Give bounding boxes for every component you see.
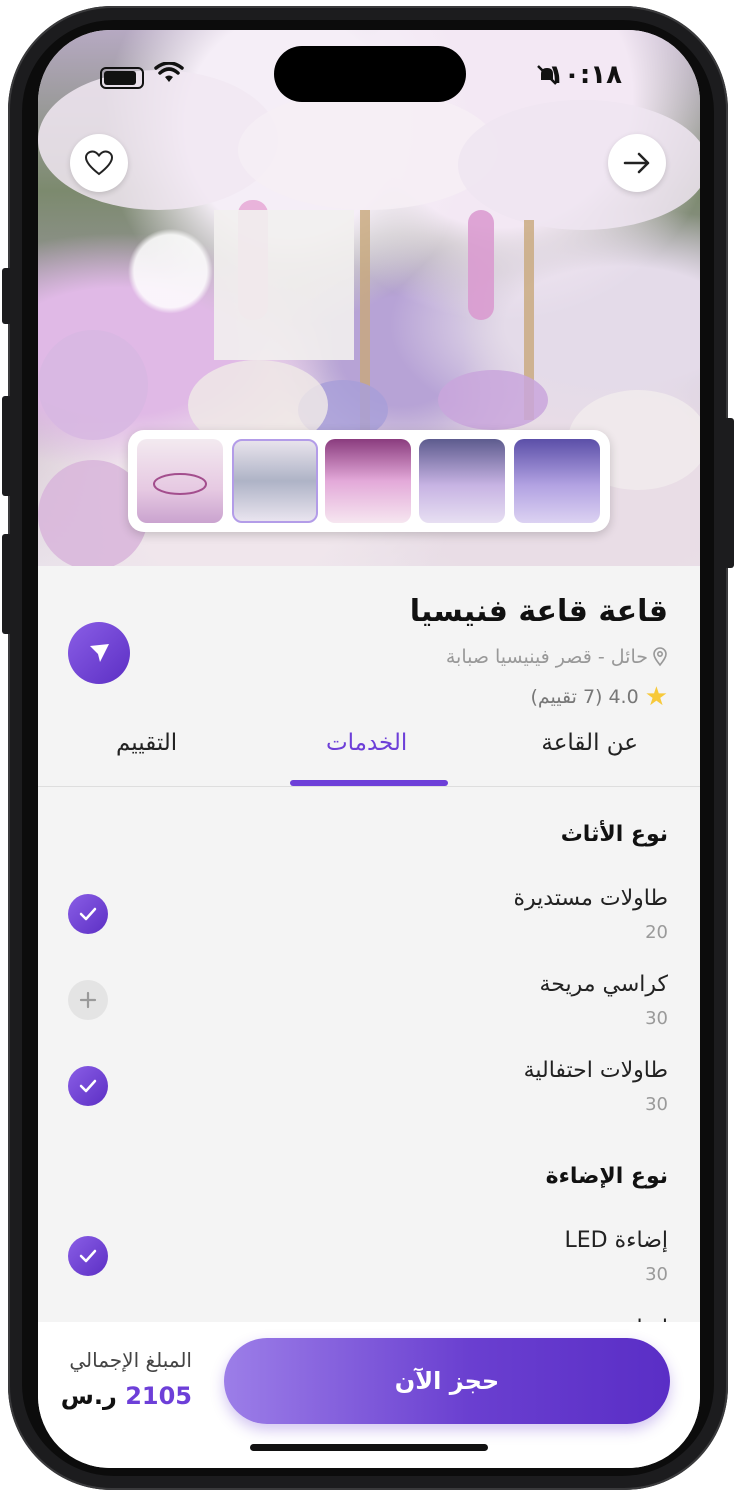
total-amount-value: 2105: [125, 1382, 192, 1410]
book-now-button[interactable]: حجز الآن: [224, 1338, 670, 1424]
gallery-thumbnail[interactable]: [137, 439, 223, 523]
booking-footer: حجز الآن المبلغ الإجمالي 2105 ر.س: [38, 1322, 700, 1468]
hall-title: قاعة قاعة فنيسيا: [409, 594, 668, 629]
service-item-qty: 30: [645, 1264, 668, 1285]
location-pin-icon: [653, 647, 667, 667]
service-item-name: إضاءة LED: [564, 1228, 668, 1253]
navigation-icon: [90, 644, 109, 662]
tab-services[interactable]: الخدمات: [326, 730, 407, 756]
gallery-thumbnail[interactable]: [232, 439, 318, 523]
plus-icon: [79, 991, 97, 1009]
tab-reviews[interactable]: التقييم: [116, 730, 177, 756]
side-button: [2, 396, 12, 496]
service-item-name: طاولات مستديرة: [513, 886, 668, 911]
tab-about[interactable]: عن القاعة: [541, 730, 638, 756]
rating-count: (7 تقييم): [530, 686, 603, 708]
status-time: ١٠:١٨: [548, 60, 622, 90]
service-item-qty: 30: [645, 1008, 668, 1029]
gallery-thumbnail[interactable]: [514, 439, 600, 523]
active-tab-indicator: [290, 780, 448, 786]
service-item-name: كراسي مريحة: [539, 972, 668, 997]
service-add-button[interactable]: [68, 980, 108, 1020]
side-button: [2, 534, 12, 634]
rating-value: 4.0: [608, 686, 639, 708]
decor: [214, 210, 354, 360]
side-button: [2, 268, 12, 324]
arrow-right-icon: [623, 152, 650, 174]
gallery-thumbnails: [128, 430, 610, 532]
decor: [438, 370, 548, 430]
service-item-qty: 30: [645, 1094, 668, 1115]
service-item-qty: 20: [645, 922, 668, 943]
check-icon: [79, 907, 97, 921]
power-button: [724, 418, 734, 568]
currency-label: ر.س: [60, 1382, 117, 1410]
hall-location-text: حائل - قصر فينيسيا صبابة: [445, 646, 648, 668]
wifi-icon: [154, 62, 184, 82]
decor: [38, 330, 148, 440]
decor: [468, 210, 494, 320]
section-title-furniture: نوع الأثاث: [560, 822, 668, 847]
check-icon: [79, 1249, 97, 1263]
tab-bar: عن القاعة الخدمات التقييم: [38, 730, 700, 787]
service-checkbox-checked[interactable]: [68, 1066, 108, 1106]
hall-rating: ★ 4.0 (7 تقييم): [530, 684, 668, 710]
dynamic-island: [274, 46, 466, 102]
section-title-lighting: نوع الإضاءة: [545, 1164, 668, 1189]
decor: [238, 90, 498, 210]
gallery-thumbnail[interactable]: [325, 439, 411, 523]
total-amount: 2105 ر.س: [61, 1382, 192, 1410]
back-button[interactable]: [608, 134, 666, 192]
battery-icon: [100, 67, 144, 89]
star-icon: ★: [644, 682, 668, 712]
total-label: المبلغ الإجمالي: [69, 1348, 192, 1372]
check-icon: [79, 1079, 97, 1093]
thumbnail-image: [153, 473, 207, 495]
service-checkbox-checked[interactable]: [68, 1236, 108, 1276]
service-checkbox-checked[interactable]: [68, 894, 108, 934]
hall-location: حائل - قصر فينيسيا صبابة: [446, 646, 668, 668]
service-item-name: طاولات احتفالية: [523, 1058, 668, 1083]
gallery-thumbnail[interactable]: [419, 439, 505, 523]
app-screen: ١٠:١٨ قاعة قاعة فنيسيا حائل - قصر فينيسي…: [38, 30, 700, 1468]
favorite-button[interactable]: [70, 134, 128, 192]
heart-icon: [84, 150, 114, 176]
navigate-button[interactable]: [68, 622, 130, 684]
home-indicator[interactable]: [250, 1444, 488, 1451]
hall-hero-image: ١٠:١٨: [38, 30, 700, 566]
